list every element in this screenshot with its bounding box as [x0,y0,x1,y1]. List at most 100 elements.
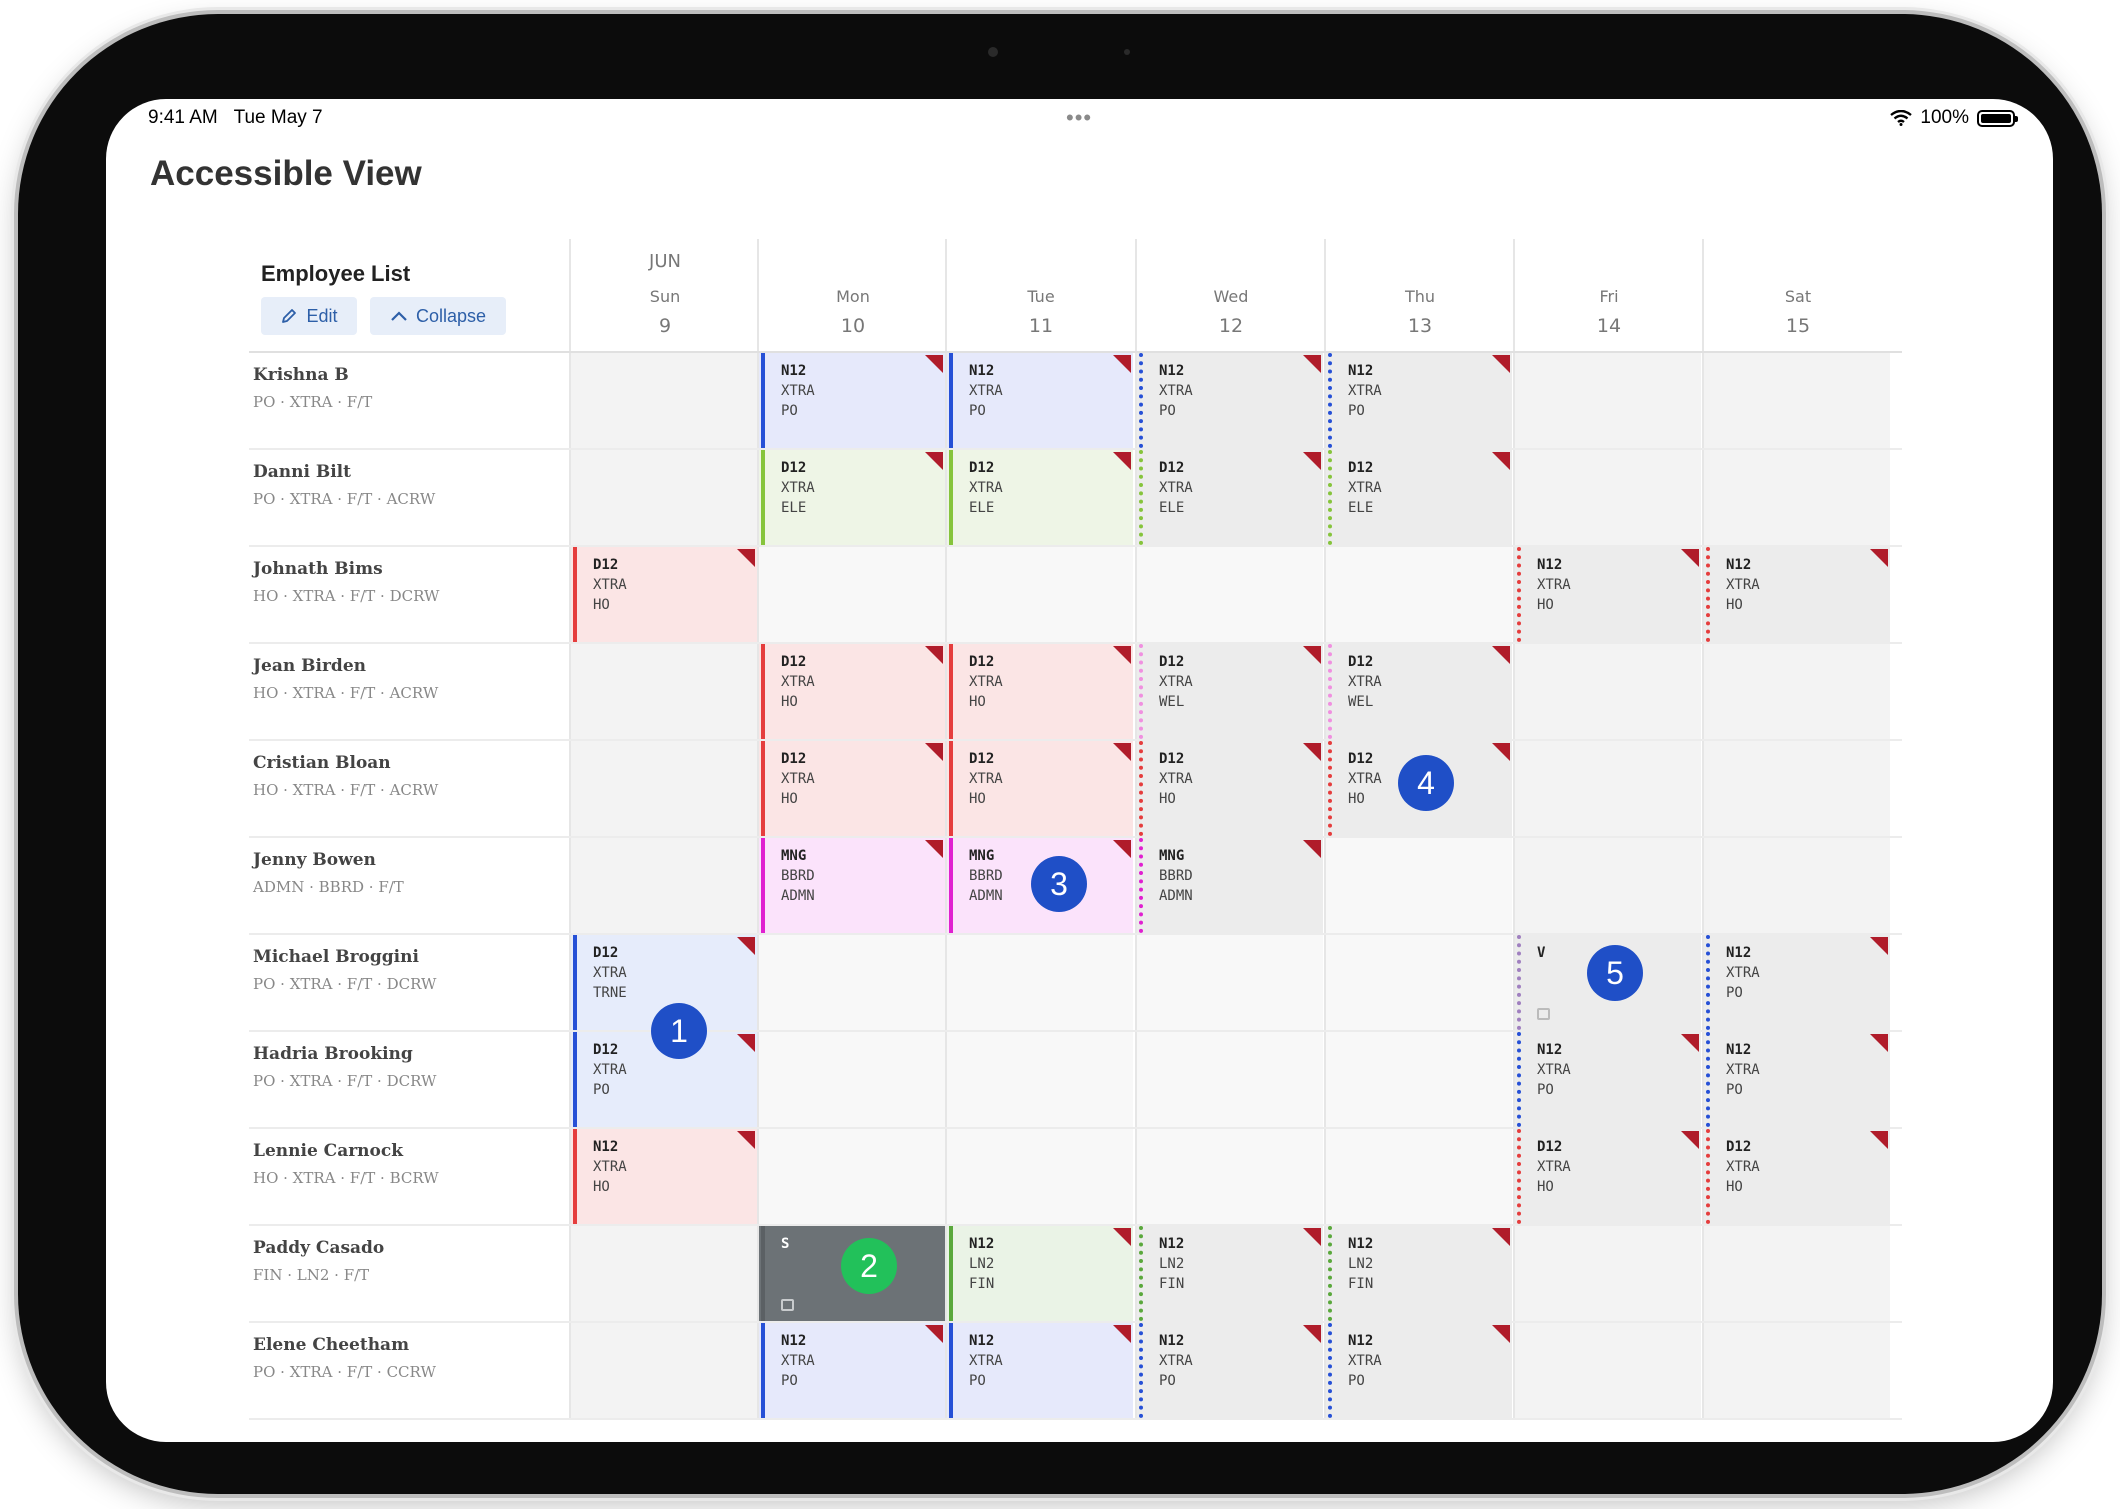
schedule-cell[interactable]: N12 XTRA PO [1702,1032,1890,1127]
schedule-cell[interactable]: N12 XTRA HO [569,1129,757,1224]
schedule-cell[interactable]: D12 XTRA ELE [945,450,1133,545]
edit-button[interactable]: Edit [261,297,357,335]
employee-info[interactable]: Hadria Brooking PO · XTRA · F/T · DCRW [249,1032,569,1127]
schedule-cell[interactable] [945,547,1133,642]
shift-block[interactable]: D12 XTRA WEL [1328,644,1512,739]
schedule-cell[interactable] [1135,935,1323,1030]
schedule-cell[interactable] [1702,450,1890,545]
schedule-cell[interactable] [1135,547,1323,642]
shift-block[interactable]: N12 XTRA PO [1328,353,1512,448]
schedule-cell[interactable]: N12 XTRA HO [1513,547,1701,642]
schedule-cell[interactable] [1702,741,1890,836]
employee-info[interactable]: Johnath Bims HO · XTRA · F/T · DCRW [249,547,569,642]
schedule-cell[interactable]: D12 XTRA HO [945,741,1133,836]
schedule-cell[interactable] [1135,1129,1323,1224]
schedule-cell[interactable]: D12 XTRA HO [757,741,945,836]
schedule-cell[interactable]: D12 XTRA ELE [757,450,945,545]
schedule-cell[interactable] [1324,547,1512,642]
shift-block[interactable]: D12 XTRA HO [761,644,945,739]
schedule-cell[interactable]: V5 [1513,935,1701,1030]
schedule-cell[interactable]: N12 XTRA PO [757,1323,945,1418]
schedule-cell[interactable] [1702,838,1890,933]
shift-block[interactable]: D12 XTRA HO [761,741,945,836]
shift-block[interactable]: N12 XTRA PO [761,1323,945,1418]
shift-block[interactable]: D12 XTRA HO [949,644,1133,739]
day-header-thu[interactable]: Thu 13 [1324,239,1514,351]
shift-block[interactable]: D12 XTRA ELE [1328,450,1512,545]
schedule-cell[interactable]: N12 XTRA HO [1702,547,1890,642]
schedule-cell[interactable]: D12 XTRA HO [1702,1129,1890,1224]
shift-block[interactable]: D12 XTRA ELE [761,450,945,545]
employee-info[interactable]: Elene Cheetham PO · XTRA · F/T · CCRW [249,1323,569,1418]
day-header-tue[interactable]: Tue 11 [945,239,1135,351]
schedule-cell[interactable] [569,353,757,448]
multitasking-dots[interactable]: ••• [1066,105,1092,131]
schedule-cell[interactable]: N12 LN2 FIN [1324,1226,1512,1321]
shift-block[interactable]: N12 XTRA HO [573,1129,757,1224]
schedule-cell[interactable]: D12 XTRA HO [569,547,757,642]
schedule-cell[interactable] [1513,353,1701,448]
schedule-cell[interactable] [945,1129,1133,1224]
schedule-cell[interactable]: D12 XTRA ELE [1135,450,1323,545]
shift-block[interactable]: D12 XTRA WEL [1139,644,1323,739]
shift-block[interactable]: N12 XTRA PO [1328,1323,1512,1418]
schedule-cell[interactable] [1135,1032,1323,1127]
shift-block[interactable]: N12 XTRA PO [949,353,1133,448]
shift-block[interactable]: MNG BBRD ADMN [1139,838,1323,933]
shift-block[interactable]: D12 XTRA HO [573,547,757,642]
schedule-cell[interactable]: D12 XTRA HO [1135,741,1323,836]
schedule-cell[interactable] [1702,644,1890,739]
schedule-cell[interactable] [945,935,1133,1030]
employee-info[interactable]: Paddy Casado FIN · LN2 · F/T [249,1226,569,1321]
schedule-cell[interactable] [569,741,757,836]
schedule-cell[interactable] [1324,1129,1512,1224]
schedule-cell[interactable]: N12 XTRA PO [1324,1323,1512,1418]
schedule-cell[interactable] [1513,741,1701,836]
schedule-cell[interactable] [757,1032,945,1127]
shift-block[interactable]: D12 XTRA ELE [1139,450,1323,545]
schedule-cell[interactable]: N12 XTRA PO [1324,353,1512,448]
day-header-sun[interactable]: JUN Sun 9 [569,239,759,351]
shift-block[interactable]: N12 LN2 FIN [1139,1226,1323,1321]
schedule-cell[interactable]: D12 XTRA HO 4 [1324,741,1512,836]
employee-info[interactable]: Jenny Bowen ADMN · BBRD · F/T [249,838,569,933]
schedule-cell[interactable] [569,450,757,545]
schedule-cell[interactable]: N12 XTRA PO [757,353,945,448]
employee-info[interactable]: Danni Bilt PO · XTRA · F/T · ACRW [249,450,569,545]
schedule-cell[interactable]: MNG BBRD ADMN [757,838,945,933]
shift-block[interactable]: N12 XTRA PO [1517,1032,1701,1127]
shift-block[interactable]: D12 XTRA ELE [949,450,1133,545]
schedule-cell[interactable] [1513,450,1701,545]
schedule-cell[interactable] [1513,644,1701,739]
schedule-cell[interactable]: N12 LN2 FIN [1135,1226,1323,1321]
schedule-cell[interactable] [1513,1323,1701,1418]
schedule-cell[interactable] [757,935,945,1030]
shift-block[interactable]: D12 XTRA HO [1517,1129,1701,1224]
schedule-cell[interactable]: N12 XTRA PO [945,1323,1133,1418]
shift-block[interactable]: N12 XTRA PO [949,1323,1133,1418]
schedule-cell[interactable] [1324,935,1512,1030]
shift-block[interactable]: N12 XTRA PO [1139,353,1323,448]
schedule-cell[interactable] [569,838,757,933]
schedule-cell[interactable] [569,644,757,739]
schedule-cell[interactable] [757,1129,945,1224]
schedule-cell[interactable] [1513,838,1701,933]
day-header-mon[interactable]: Mon 10 [757,239,947,351]
shift-block[interactable]: N12 XTRA PO [1706,1032,1890,1127]
schedule-cell[interactable]: D12 XTRA WEL [1324,644,1512,739]
schedule-cell[interactable]: N12 XTRA PO [1513,1032,1701,1127]
employee-info[interactable]: Jean Birden HO · XTRA · F/T · ACRW [249,644,569,739]
employee-info[interactable]: Krishna B PO · XTRA · F/T [249,353,569,448]
schedule-cell[interactable] [1324,838,1512,933]
employee-info[interactable]: Lennie Carnock HO · XTRA · F/T · BCRW [249,1129,569,1224]
employee-info[interactable]: Michael Broggini PO · XTRA · F/T · DCRW [249,935,569,1030]
shift-block[interactable]: N12 XTRA PO [1139,1323,1323,1418]
schedule-cell[interactable]: D12 XTRA HO [1513,1129,1701,1224]
schedule-cell[interactable]: S2 [757,1226,945,1321]
schedule-cell[interactable] [569,1323,757,1418]
schedule-cell[interactable] [757,547,945,642]
schedule-cell[interactable]: N12 LN2 FIN [945,1226,1133,1321]
shift-block[interactable]: N12 LN2 FIN [1328,1226,1512,1321]
shift-block[interactable]: D12 XTRA HO [1706,1129,1890,1224]
schedule-cell[interactable]: MNG BBRD ADMN [1135,838,1323,933]
